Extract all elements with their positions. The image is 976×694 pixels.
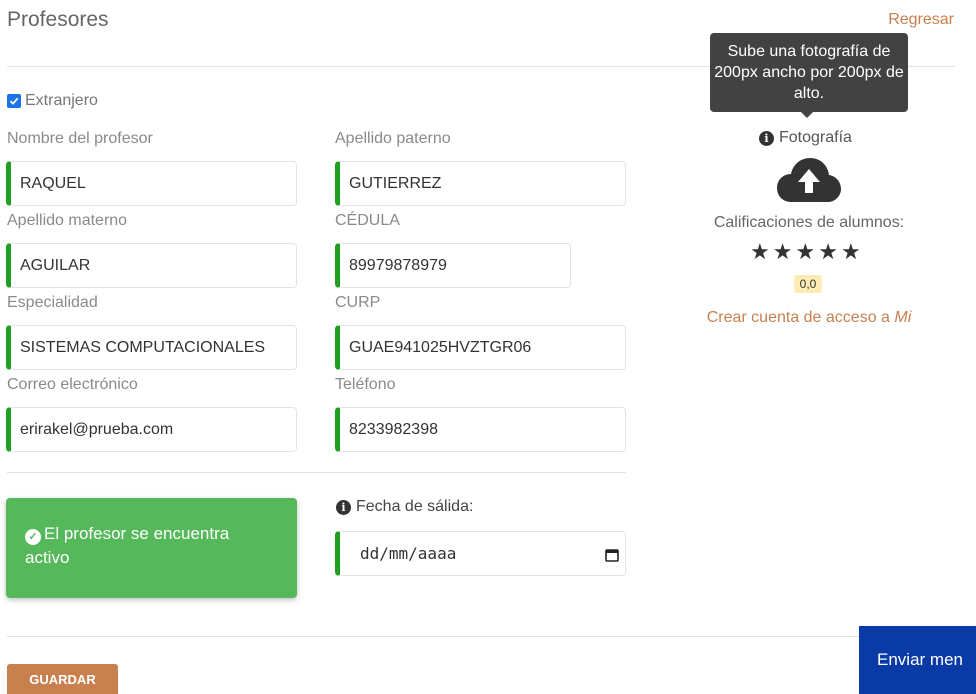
create-account-link-emphasis: Mi	[894, 309, 912, 326]
star-icon: ★	[818, 239, 838, 264]
cedula-label: CÉDULA	[335, 212, 400, 229]
email-input[interactable]: erirakel@prueba.com	[6, 407, 297, 452]
form-divider	[7, 472, 626, 473]
calendar-icon[interactable]	[605, 547, 619, 562]
exit-date-input[interactable]: dd/mm/aaaa	[335, 531, 626, 576]
first-name-input[interactable]: RAQUEL	[6, 161, 297, 206]
specialty-input[interactable]: SISTEMAS COMPUTACIONALES	[6, 325, 297, 370]
foreign-checkbox[interactable]: Extranjero	[7, 92, 98, 110]
specialty-label: Especialidad	[7, 294, 98, 311]
foreign-checkbox-label: Extranjero	[25, 92, 98, 109]
cedula-input[interactable]: 89979878979	[335, 243, 571, 288]
exit-date-label-text: Fecha de sálida:	[356, 498, 474, 515]
photo-tooltip: Sube una fotografía de 200px ancho por 2…	[710, 33, 908, 118]
star-icon: ★	[750, 239, 770, 264]
create-account-link-text: Crear cuenta de acceso a	[706, 309, 890, 326]
info-icon[interactable]: i	[759, 130, 774, 146]
last-name-paternal-input[interactable]: GUTIERREZ	[335, 161, 626, 206]
checkbox-checked-icon[interactable]	[7, 94, 21, 108]
info-icon[interactable]: i	[336, 499, 351, 515]
send-message-button[interactable]: Enviar men	[859, 626, 976, 694]
create-account-link[interactable]: Crear cuenta de acceso a Mi	[700, 309, 918, 327]
curp-label: CURP	[335, 294, 381, 311]
exit-date-placeholder: dd/mm/aaaa	[360, 544, 457, 563]
footer-divider	[7, 636, 859, 637]
curp-input[interactable]: GUAE941025HVZTGR06	[335, 325, 626, 370]
star-icon: ★	[795, 239, 816, 264]
last-name-paternal-label: Apellido paterno	[335, 130, 451, 147]
exit-date-label: i Fecha de sálida:	[336, 498, 473, 516]
phone-label: Teléfono	[335, 376, 396, 393]
email-label: Correo electrónico	[7, 376, 138, 393]
photo-label: i Fotografía	[759, 129, 852, 147]
page-title: Profesores	[7, 8, 109, 31]
star-icon: ★	[840, 239, 861, 264]
star-icon: ★	[772, 239, 793, 264]
rating-value-badge: 0,0	[794, 275, 822, 293]
save-button[interactable]: GUARDAR	[7, 664, 118, 694]
status-alert: ✓ El profesor se encuentra activo	[6, 498, 297, 598]
last-name-maternal-label: Apellido materno	[7, 212, 128, 229]
status-text: El profesor se encuentra activo	[25, 524, 230, 567]
back-link[interactable]: Regresar	[888, 11, 954, 29]
phone-input[interactable]: 8233982398	[335, 407, 626, 452]
photo-label-text: Fotografía	[779, 129, 852, 146]
rating-stars: ★ ★ ★ ★ ★	[750, 240, 861, 264]
check-circle-icon: ✓	[25, 529, 41, 545]
ratings-label: Calificaciones de alumnos:	[713, 214, 905, 231]
first-name-label: Nombre del profesor	[7, 130, 153, 147]
last-name-maternal-input[interactable]: AGUILAR	[6, 243, 297, 288]
cloud-upload-icon[interactable]	[776, 156, 842, 204]
